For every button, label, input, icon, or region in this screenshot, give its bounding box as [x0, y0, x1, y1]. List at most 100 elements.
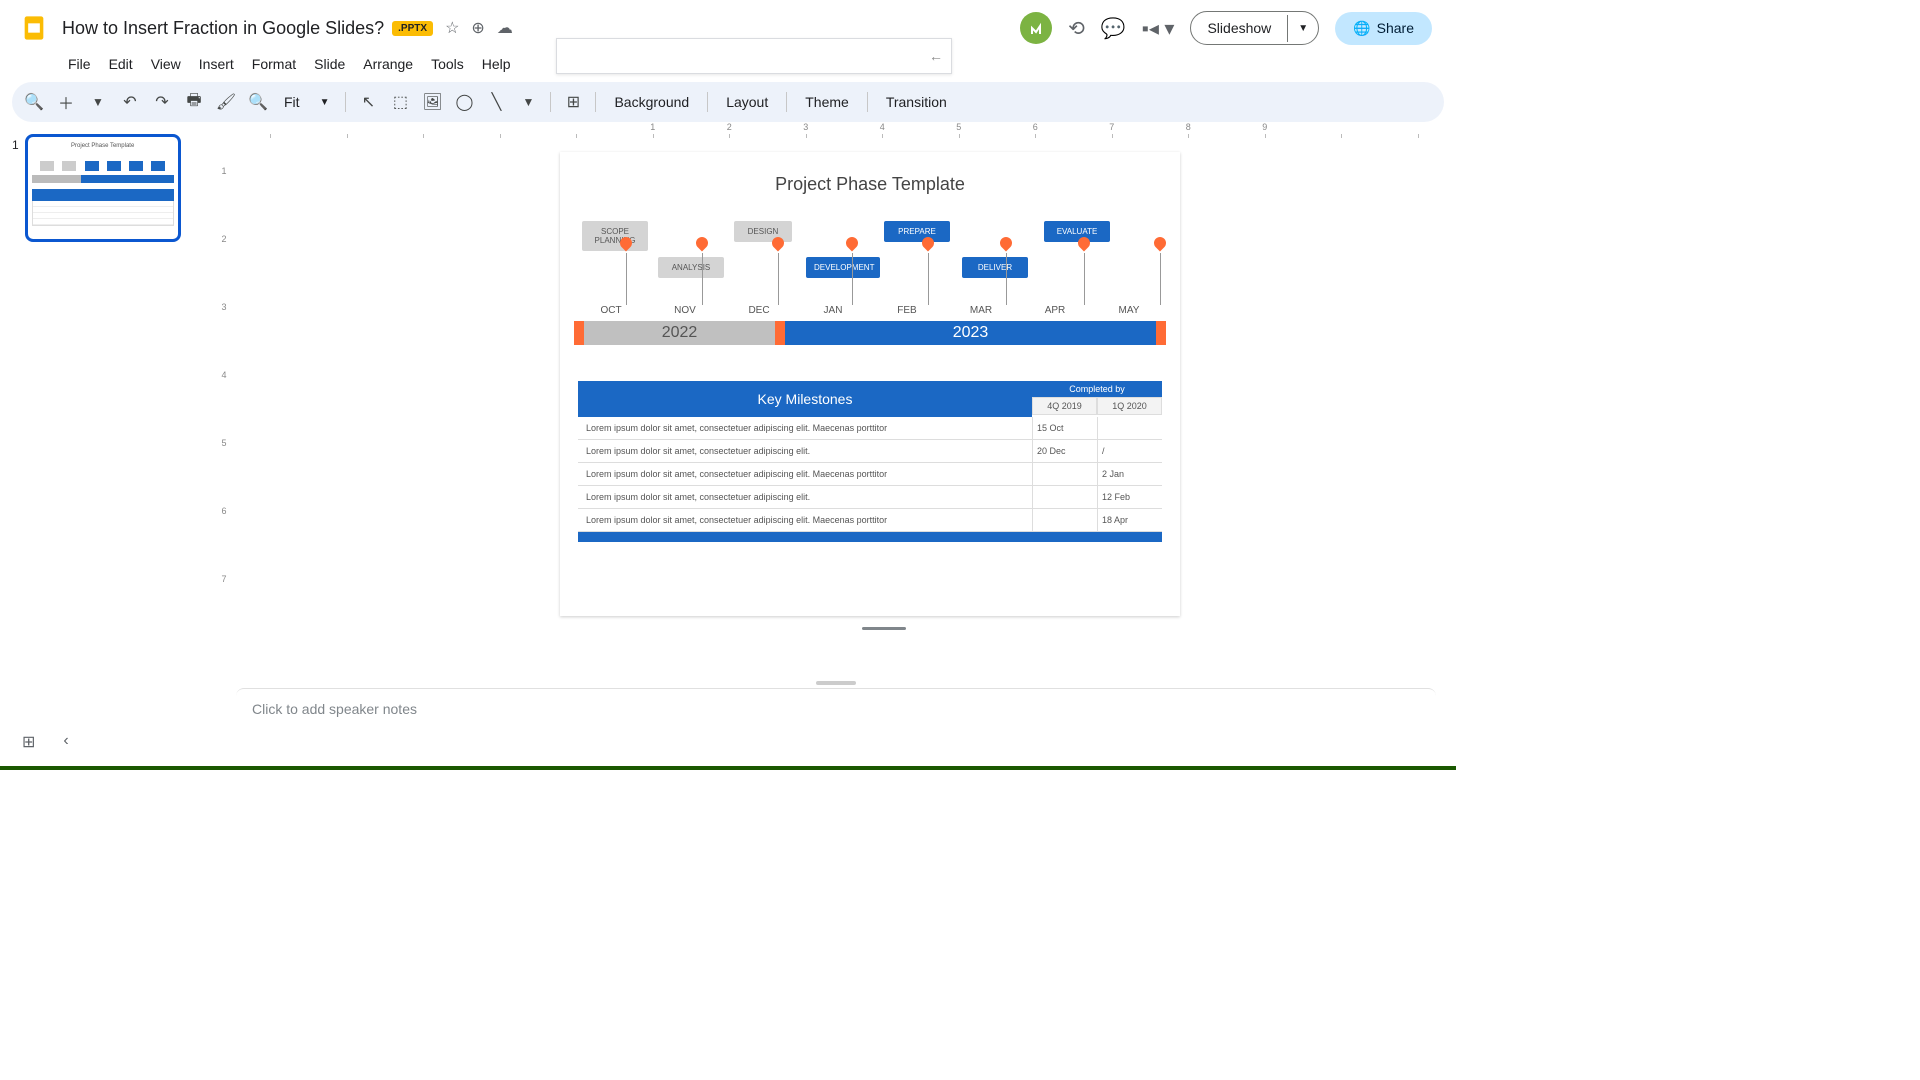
slide-thumb-wrap: 1 Project Phase Template	[4, 130, 196, 246]
bottom-green-bar	[0, 766, 1456, 770]
slide-thumbnail-1[interactable]: Project Phase Template	[25, 134, 181, 242]
theme-button[interactable]: Theme	[795, 90, 859, 114]
cloud-icon[interactable]: ☁	[497, 18, 513, 38]
marker-line-2	[778, 253, 779, 305]
toolbar: 🔍 ＋ ▼ ↶ ↷ 🖶 🖌 🔍 Fit ▼ ↖ ⬚ 🖼 ◯ ╲ ▼ ⊞ Back…	[12, 82, 1444, 122]
grid-view-icon[interactable]: ⊞	[16, 726, 41, 758]
menu-insert[interactable]: Insert	[191, 52, 242, 76]
move-icon[interactable]: ⊕	[471, 18, 484, 38]
milestone-row-1: Lorem ipsum dolor sit amet, consectetuer…	[578, 440, 1162, 463]
milestone-table: Key Milestones Completed by 4Q 2019 1Q 2…	[578, 381, 1162, 542]
layout-button[interactable]: Layout	[716, 90, 778, 114]
milestone-c2: 12 Feb	[1097, 486, 1162, 508]
speaker-notes[interactable]: Click to add speaker notes	[236, 688, 1436, 728]
avatar[interactable]	[1020, 12, 1052, 44]
video-icon[interactable]: ▪◂ ▾	[1142, 16, 1175, 41]
menu-slide[interactable]: Slide	[306, 52, 353, 76]
line-dropdown[interactable]: ▼	[514, 88, 542, 116]
year-2023: 2023	[785, 321, 1156, 345]
search-icon[interactable]: 🔍	[20, 88, 48, 116]
month-may: MAY	[1092, 305, 1166, 316]
floating-preview: ←	[556, 38, 952, 74]
milestone-row-0: Lorem ipsum dolor sit amet, consectetuer…	[578, 417, 1162, 440]
zoom-select[interactable]: Fit ▼	[276, 92, 337, 112]
table-footer-bar	[578, 532, 1162, 542]
pptx-badge: .PPTX	[392, 21, 433, 36]
textbox-tool[interactable]: ⬚	[386, 88, 414, 116]
image-tool[interactable]: 🖼	[418, 88, 446, 116]
menu-format[interactable]: Format	[244, 52, 304, 76]
new-slide-dropdown[interactable]: ▼	[84, 88, 112, 116]
month-feb: FEB	[870, 305, 944, 316]
chevron-down-icon: ▼	[320, 97, 330, 108]
new-slide-button[interactable]: ＋	[52, 88, 80, 116]
month-nov: NOV	[648, 305, 722, 316]
background-button[interactable]: Background	[604, 90, 699, 114]
milestone-c2: 2 Jan	[1097, 463, 1162, 485]
zoom-label: Fit	[284, 94, 300, 110]
slide-title[interactable]: Project Phase Template	[560, 174, 1180, 195]
month-apr: APR	[1018, 305, 1092, 316]
document-title[interactable]: How to Insert Fraction in Google Slides?	[62, 18, 384, 39]
line-tool[interactable]: ╲	[482, 88, 510, 116]
slide-resize-handle[interactable]	[862, 627, 906, 630]
marker-line-3	[852, 253, 853, 305]
slideshow-label[interactable]: Slideshow	[1191, 12, 1287, 44]
marker-line-0	[626, 253, 627, 305]
month-oct: OCT	[574, 305, 648, 316]
milestone-c1	[1032, 486, 1097, 508]
menu-edit[interactable]: Edit	[101, 52, 141, 76]
print-button[interactable]: 🖶	[180, 88, 208, 116]
menu-help[interactable]: Help	[474, 52, 519, 76]
milestone-desc: Lorem ipsum dolor sit amet, consectetuer…	[578, 463, 1032, 485]
milestone-row-4: Lorem ipsum dolor sit amet, consectetuer…	[578, 509, 1162, 532]
milestone-c1	[1032, 463, 1097, 485]
marker-line-7	[1160, 253, 1161, 305]
filmstrip: 1 Project Phase Template	[0, 122, 200, 712]
slides-logo[interactable]	[16, 10, 52, 46]
collapse-filmstrip-icon[interactable]: ‹	[57, 726, 74, 758]
marker-line-4	[928, 253, 929, 305]
year-bar: 2022 2023	[574, 321, 1166, 345]
phase-deliver[interactable]: DELIVER	[962, 257, 1028, 278]
phase-development[interactable]: DEVELOPMENT	[806, 257, 880, 278]
phase-evaluate[interactable]: EVALUATE	[1044, 221, 1110, 242]
milestone-desc: Lorem ipsum dolor sit amet, consectetuer…	[578, 440, 1032, 462]
star-icon[interactable]: ☆	[445, 18, 459, 38]
slideshow-dropdown[interactable]: ▼	[1287, 15, 1318, 42]
phase-analysis[interactable]: ANALYSIS	[658, 257, 724, 278]
menu-view[interactable]: View	[143, 52, 189, 76]
comment-tool[interactable]: ⊞	[559, 88, 587, 116]
menu-file[interactable]: File	[60, 52, 99, 76]
share-label: Share	[1377, 20, 1414, 36]
year-2022: 2022	[584, 321, 775, 345]
history-icon[interactable]: ⟲	[1068, 16, 1085, 41]
milestone-header: Key Milestones	[578, 381, 1032, 417]
phase-prepare[interactable]: PREPARE	[884, 221, 950, 242]
notes-resize-handle[interactable]	[816, 681, 856, 685]
paint-format-button[interactable]: 🖌	[212, 88, 240, 116]
zoom-icon[interactable]: 🔍	[244, 88, 272, 116]
select-tool[interactable]: ↖	[354, 88, 382, 116]
horizontal-ruler: 123456789	[232, 122, 1456, 138]
month-jan: JAN	[796, 305, 870, 316]
phase-scope-planning[interactable]: SCOPE PLANNING	[582, 221, 648, 251]
canvas-area: 123456789 1234567 Project Phase Template…	[200, 122, 1456, 712]
undo-button[interactable]: ↶	[116, 88, 144, 116]
slideshow-button[interactable]: Slideshow ▼	[1190, 11, 1319, 45]
milestone-desc: Lorem ipsum dolor sit amet, consectetuer…	[578, 417, 1032, 439]
month-mar: MAR	[944, 305, 1018, 316]
milestone-c1: 20 Dec	[1032, 440, 1097, 462]
milestone-c2: /	[1097, 440, 1162, 462]
milestone-c1: 15 Oct	[1032, 417, 1097, 439]
speaker-notes-placeholder: Click to add speaker notes	[252, 701, 417, 717]
shape-tool[interactable]: ◯	[450, 88, 478, 116]
menu-tools[interactable]: Tools	[423, 52, 472, 76]
comment-icon[interactable]: 💬	[1101, 16, 1126, 41]
slide-canvas[interactable]: Project Phase Template SCOPE PLANNING ANA…	[560, 152, 1180, 616]
share-button[interactable]: 🌐 Share	[1335, 12, 1432, 45]
transition-button[interactable]: Transition	[876, 90, 957, 114]
globe-icon: 🌐	[1353, 20, 1370, 37]
redo-button[interactable]: ↷	[148, 88, 176, 116]
menu-arrange[interactable]: Arrange	[355, 52, 421, 76]
